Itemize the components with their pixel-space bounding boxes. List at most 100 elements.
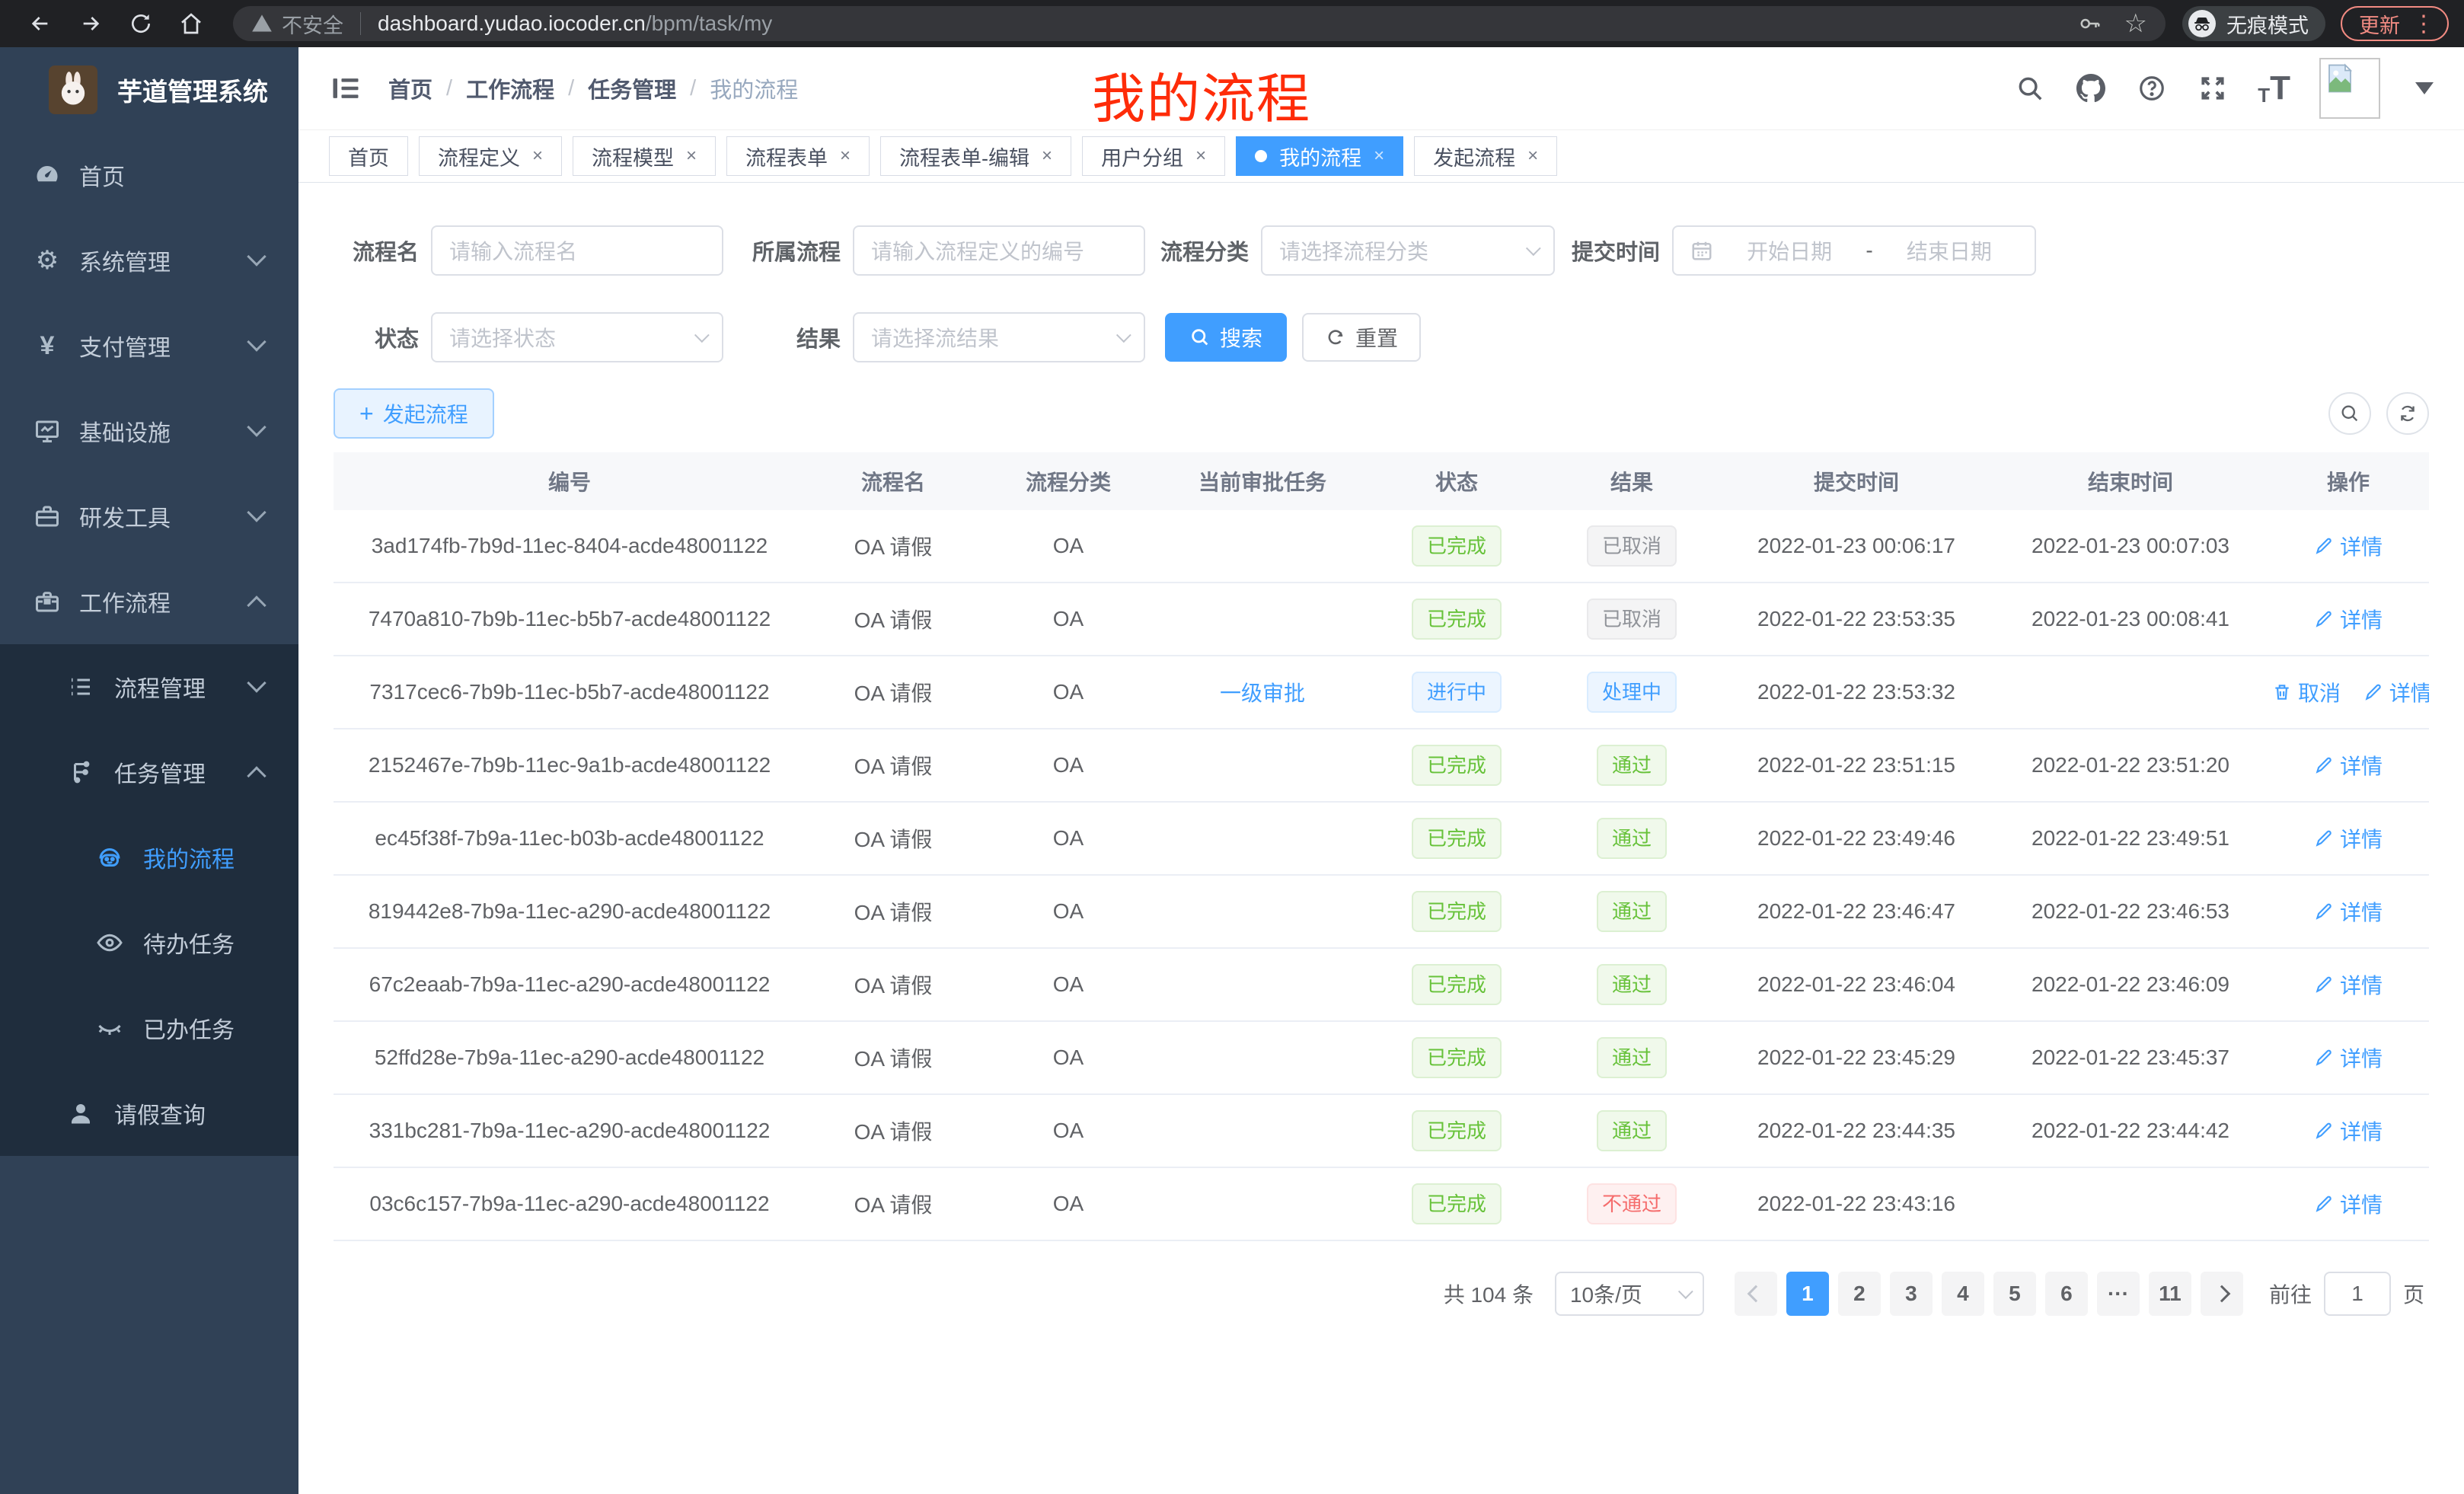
forward-icon[interactable] [76,9,105,38]
detail-action-link[interactable]: 详情 [2314,604,2383,634]
page-number-button[interactable]: 6 [2045,1272,2088,1316]
page-number-button[interactable]: 4 [1942,1272,1984,1316]
cell-process-id: 7470a810-7b9b-11ec-b5b7-acde48001122 [334,607,806,631]
tab-close-icon[interactable]: × [1374,147,1384,165]
cancel-action-link[interactable]: 取消 [2272,677,2341,707]
view-tab[interactable]: 流程模型 × [573,136,716,176]
cell-process-id: 2152467e-7b9b-11ec-9a1b-acde48001122 [334,753,806,777]
cell-end-time: 2022-01-23 00:08:41 [1993,607,2268,631]
detail-action-link[interactable]: 详情 [2314,1042,2383,1073]
not-secure-chip[interactable]: 不安全 [251,9,343,39]
active-dot-icon [1255,150,1267,162]
process-def-label: 所属流程 [745,235,841,267]
tab-close-icon[interactable]: × [1042,147,1052,165]
detail-action-link[interactable]: 详情 [2314,1116,2383,1146]
tab-close-icon[interactable]: × [532,147,543,165]
process-def-input[interactable]: 请输入流程定义的编号 [853,225,1145,276]
tab-close-icon[interactable]: × [686,147,697,165]
browser-update-button[interactable]: 更新 ⋮ [2341,6,2449,41]
current-task-link[interactable]: 一级审批 [1220,677,1305,707]
home-icon[interactable] [177,9,206,38]
refresh-table-button[interactable] [2386,392,2429,435]
view-tab[interactable]: 流程表单 × [726,136,870,176]
page-number-button[interactable]: 5 [1993,1272,2036,1316]
create-process-button[interactable]: + 发起流程 [334,388,494,439]
view-tab[interactable]: 流程定义 × [419,136,562,176]
avatar-dropdown-icon[interactable] [2415,82,2434,94]
help-icon[interactable] [2136,72,2168,104]
incognito-label: 无痕模式 [2226,9,2309,39]
reset-button[interactable]: 重置 [1302,313,1421,362]
detail-action-link[interactable]: 详情 [2314,896,2383,927]
tab-close-icon[interactable]: × [1527,147,1538,165]
address-bar[interactable]: 不安全 dashboard.yudao.iocoder.cn/bpm/task/… [233,6,2166,41]
breadcrumb-task-management[interactable]: 任务管理 [588,72,676,104]
back-icon[interactable] [26,9,55,38]
fullscreen-icon[interactable] [2197,72,2229,104]
view-tab[interactable]: 用户分组 × [1082,136,1225,176]
detail-action-link[interactable]: 详情 [2363,677,2429,707]
view-tab[interactable]: 发起流程 × [1414,136,1557,176]
breadcrumb-workflow[interactable]: 工作流程 [466,72,554,104]
breadcrumb-home[interactable]: 首页 [388,72,432,104]
key-icon[interactable] [2079,12,2102,35]
browser-menu-icon[interactable]: ⋮ [2412,11,2435,37]
detail-action-link[interactable]: 详情 [2314,969,2383,1000]
sidebar-item-system[interactable]: ⚙ 系统管理 [0,218,298,303]
toggle-search-button[interactable] [2328,392,2371,435]
url-text[interactable]: dashboard.yudao.iocoder.cn/bpm/task/my [378,11,772,36]
browser-toolbar: 不安全 dashboard.yudao.iocoder.cn/bpm/task/… [0,0,2464,47]
status-select[interactable]: 请选择状态 [431,312,723,362]
category-select[interactable]: 请选择流程分类 [1261,225,1555,276]
submit-time-range-picker[interactable]: 开始日期 - 结束日期 [1672,225,2036,276]
page-number-button[interactable]: 2 [1838,1272,1881,1316]
sidebar-item-workflow[interactable]: 工作流程 [0,559,298,644]
sidebar-item-my-process[interactable]: 我的流程 [0,815,298,900]
page-number-button[interactable]: 1 [1786,1272,1829,1316]
next-page-button[interactable] [2201,1272,2243,1316]
view-tab[interactable]: 我的流程 × [1236,136,1403,176]
sidebar-item-infrastructure[interactable]: 基础设施 [0,388,298,474]
page-number-button[interactable]: 3 [1890,1272,1933,1316]
detail-action-link[interactable]: 详情 [2314,531,2383,561]
result-select[interactable]: 请选择流结果 [853,312,1145,362]
page-size-select[interactable]: 10条/页 [1555,1272,1704,1316]
avatar[interactable] [2319,58,2380,119]
sidebar-item-home[interactable]: 首页 [0,132,298,218]
detail-action-link[interactable]: 详情 [2314,1189,2383,1219]
search-button[interactable]: 搜索 [1165,313,1287,362]
tab-close-icon[interactable]: × [840,147,851,165]
tab-label: 流程表单 [745,142,828,171]
pagination: 共 104 条 10条/页 1 2 3 4 5 6 [334,1272,2429,1316]
prev-page-button[interactable] [1735,1272,1777,1316]
sidebar-item-task-management[interactable]: 任务管理 [0,729,298,815]
sidebar-item-devtools[interactable]: 研发工具 [0,474,298,559]
eye-closed-icon [93,1014,126,1042]
bookmark-star-icon[interactable]: ☆ [2124,11,2147,37]
sidebar-item-payment[interactable]: ¥ 支付管理 [0,303,298,388]
view-tab[interactable]: 首页 × [329,136,408,176]
result-badge: 通过 [1597,964,1667,1005]
detail-action-link[interactable]: 详情 [2314,823,2383,854]
sidebar-item-done-tasks[interactable]: 已办任务 [0,985,298,1071]
app-logo-row[interactable]: 芋道管理系统 [0,47,298,132]
status-badge: 已完成 [1412,1183,1502,1224]
filter-row-2: 状态 请选择状态 结果 请选择流结果 搜索 重置 [334,312,2429,362]
chevron-down-icon [247,332,266,351]
sidebar-item-leave-query[interactable]: 请假查询 [0,1071,298,1156]
sidebar-toggle-icon[interactable] [329,72,362,105]
sidebar-item-todo-tasks[interactable]: 待办任务 [0,900,298,985]
page-number-button[interactable]: 11 [2149,1272,2191,1316]
reload-icon[interactable] [126,9,155,38]
detail-action-link[interactable]: 详情 [2314,750,2383,781]
tab-close-icon[interactable]: × [1195,147,1206,165]
sidebar-item-process-management[interactable]: 流程管理 [0,644,298,729]
goto-page-input[interactable] [2324,1272,2391,1316]
tags-view: 首页 × 流程定义 × 流程模型 × 流程表单 × [298,129,2464,183]
process-name-input[interactable]: 请输入流程名 [431,225,723,276]
font-size-icon[interactable]: TT [2258,69,2290,107]
view-tab[interactable]: 流程表单-编辑 × [880,136,1071,176]
search-icon[interactable] [2014,72,2046,104]
github-icon[interactable] [2075,72,2107,104]
page-number-button[interactable]: ··· [2097,1272,2140,1316]
